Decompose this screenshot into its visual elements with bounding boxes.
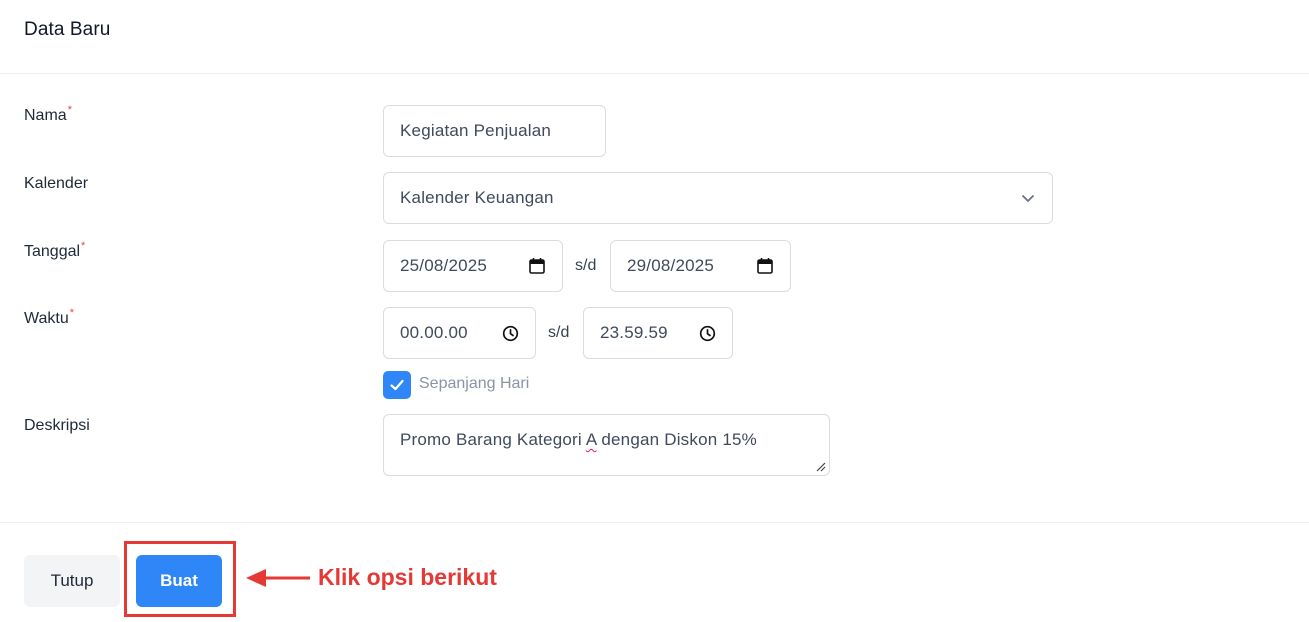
calendar-icon[interactable] — [528, 257, 546, 275]
spellcheck-flag: A — [585, 430, 597, 449]
required-mark: * — [69, 307, 75, 319]
name-label: Nama* — [24, 104, 72, 124]
start-date-input[interactable]: 25/08/2025 — [383, 240, 563, 292]
start-time-input[interactable]: 00.00.00 — [383, 307, 536, 359]
calendar-label: Kalender — [24, 175, 89, 192]
checkmark-icon — [390, 379, 404, 391]
footer-divider — [0, 522, 1309, 523]
annotation-text: Klik opsi berikut — [318, 564, 497, 590]
modal-header: Data Baru — [0, 0, 1309, 74]
chevron-down-icon — [1022, 195, 1034, 202]
description-textarea[interactable]: Promo Barang Kategori A dengan Diskon 15… — [383, 414, 830, 476]
calendar-select[interactable]: Kalender Keuangan — [383, 172, 1053, 224]
end-date-input[interactable]: 29/08/2025 — [610, 240, 791, 292]
new-event-modal: Data Baru Nama* Kegiatan Penjualan Kalen… — [0, 0, 1309, 622]
time-range-separator: s/d — [548, 324, 570, 341]
all-day-label[interactable]: Sepanjang Hari — [419, 375, 529, 393]
close-button[interactable]: Tutup — [24, 555, 120, 607]
all-day-checkbox[interactable] — [383, 371, 411, 399]
calendar-icon[interactable] — [756, 257, 774, 275]
modal-title: Data Baru — [24, 19, 111, 40]
time-label: Waktu* — [24, 307, 75, 327]
date-range-separator: s/d — [575, 257, 597, 274]
resize-handle-icon[interactable] — [816, 462, 826, 472]
create-button[interactable]: Buat — [136, 555, 222, 607]
clock-icon[interactable] — [699, 325, 716, 342]
date-label: Tanggal* — [24, 240, 86, 260]
description-label: Deskripsi — [24, 417, 90, 434]
name-input[interactable]: Kegiatan Penjualan — [383, 105, 606, 157]
end-time-input[interactable]: 23.59.59 — [583, 307, 733, 359]
required-mark: * — [67, 104, 72, 116]
required-mark: * — [81, 240, 86, 252]
annotation-arrow-icon — [246, 569, 310, 587]
clock-icon[interactable] — [502, 325, 519, 342]
